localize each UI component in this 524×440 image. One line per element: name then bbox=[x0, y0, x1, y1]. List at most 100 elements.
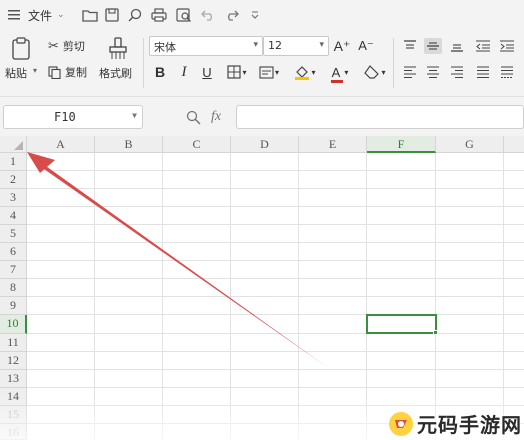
column-header-a[interactable]: A bbox=[27, 136, 95, 153]
align-center-button[interactable] bbox=[424, 64, 442, 80]
name-box-value: F10 bbox=[54, 110, 76, 124]
border-grid-icon bbox=[227, 65, 242, 79]
underline-label: U bbox=[202, 64, 212, 80]
align-top-icon bbox=[404, 40, 416, 49]
row-header-16[interactable]: 16 bbox=[0, 424, 27, 440]
highlight-color-button[interactable]: ▾ bbox=[291, 63, 319, 81]
align-top-button[interactable] bbox=[401, 38, 419, 54]
watermark-text: 元码手游网 bbox=[417, 413, 522, 437]
select-all-button[interactable] bbox=[0, 136, 27, 153]
align-right-icon bbox=[451, 66, 463, 78]
format-painter-label: 格式刷 bbox=[99, 67, 132, 80]
clear-format-button[interactable]: ▾ bbox=[361, 63, 389, 81]
justify-button[interactable] bbox=[474, 64, 492, 80]
print-preview-icon[interactable] bbox=[175, 6, 193, 24]
align-middle-button[interactable] bbox=[424, 38, 442, 54]
zoom-search-icon[interactable] bbox=[186, 110, 201, 125]
save-icon[interactable] bbox=[104, 6, 120, 24]
cell-style-button[interactable]: ▾ bbox=[256, 63, 282, 81]
column-header-c[interactable]: C bbox=[163, 136, 231, 153]
file-menu[interactable]: 文件 ⌄ bbox=[28, 6, 72, 24]
column-header-g[interactable]: G bbox=[436, 136, 504, 153]
column-header-d[interactable]: D bbox=[231, 136, 299, 153]
chevron-down-icon: ▾ bbox=[344, 67, 349, 77]
watermark: 元码手游网 bbox=[388, 409, 522, 438]
italic-label: I bbox=[181, 63, 187, 80]
align-middle-icon bbox=[427, 42, 439, 50]
redo-icon[interactable] bbox=[224, 6, 240, 24]
grid-line bbox=[27, 351, 524, 352]
print-icon[interactable] bbox=[150, 6, 168, 24]
row-header-2[interactable]: 2 bbox=[0, 171, 27, 189]
grid-line bbox=[27, 170, 524, 171]
copy-button[interactable]: 复制 bbox=[48, 64, 94, 80]
row-header-9[interactable]: 9 bbox=[0, 297, 27, 315]
row-header-3[interactable]: 3 bbox=[0, 189, 27, 207]
distributed-align-button[interactable] bbox=[498, 64, 516, 80]
divider bbox=[393, 38, 394, 88]
chevron-down-icon: ▾ bbox=[274, 67, 279, 77]
more-icon[interactable] bbox=[248, 6, 262, 24]
align-left-button[interactable] bbox=[401, 64, 419, 80]
row-header-8[interactable]: 8 bbox=[0, 279, 27, 297]
undo-icon[interactable] bbox=[200, 6, 216, 24]
font-shrink-label: A⁻ bbox=[358, 38, 374, 53]
increase-indent-button[interactable] bbox=[498, 38, 516, 54]
justify-icon bbox=[477, 66, 489, 78]
font-shrink-button[interactable]: A⁻ bbox=[357, 37, 375, 55]
font-name-select[interactable]: 宋体 ▾ bbox=[149, 36, 263, 56]
worksheet-grid[interactable]: A B C D E F G 1 2 3 4 5 6 7 8 9 10 11 12… bbox=[0, 136, 524, 440]
copy-icon bbox=[48, 65, 61, 79]
name-box[interactable]: F10 ▼ bbox=[3, 105, 143, 129]
insert-function-button[interactable]: fx bbox=[211, 109, 221, 125]
cut-button[interactable]: ✂ 剪切 bbox=[48, 38, 94, 54]
row-header-6[interactable]: 6 bbox=[0, 243, 27, 261]
column-header-overflow bbox=[504, 136, 524, 153]
eraser-icon bbox=[364, 65, 380, 79]
row-header-4[interactable]: 4 bbox=[0, 207, 27, 225]
underline-button[interactable]: U bbox=[198, 63, 216, 81]
font-size-select[interactable]: 12 ▾ bbox=[263, 36, 329, 56]
column-header-b[interactable]: B bbox=[95, 136, 163, 153]
formula-input[interactable] bbox=[236, 105, 524, 129]
row-header-7[interactable]: 7 bbox=[0, 261, 27, 279]
bold-button[interactable]: B bbox=[151, 63, 169, 81]
row-header-13[interactable]: 13 bbox=[0, 370, 27, 388]
annotation-arrow bbox=[27, 152, 327, 367]
decrease-indent-button[interactable] bbox=[474, 38, 492, 54]
paste-button[interactable] bbox=[6, 36, 36, 62]
italic-button[interactable]: I bbox=[175, 63, 193, 81]
font-color-letter: A bbox=[331, 64, 341, 80]
fill-handle[interactable] bbox=[433, 330, 438, 335]
active-cell-f10[interactable] bbox=[366, 314, 437, 334]
open-folder-icon[interactable] bbox=[81, 6, 99, 24]
scissors-icon: ✂ bbox=[48, 38, 59, 54]
find-icon[interactable] bbox=[127, 6, 143, 24]
row-header-1[interactable]: 1 bbox=[0, 153, 27, 171]
grid-line bbox=[27, 369, 524, 370]
align-right-button[interactable] bbox=[448, 64, 466, 80]
border-button[interactable]: ▾ bbox=[224, 63, 250, 81]
align-bottom-button[interactable] bbox=[448, 38, 466, 54]
row-header-14[interactable]: 14 bbox=[0, 388, 27, 406]
grid-line bbox=[27, 314, 524, 315]
grid-line bbox=[27, 242, 524, 243]
clipboard-icon bbox=[12, 37, 30, 60]
paste-dropdown-icon[interactable]: ▾ bbox=[33, 66, 37, 75]
grid-line bbox=[27, 206, 524, 207]
row-header-15[interactable]: 15 bbox=[0, 406, 27, 424]
column-header-f[interactable]: F bbox=[367, 136, 436, 153]
row-header-5[interactable]: 5 bbox=[0, 225, 27, 243]
cell-style-icon bbox=[259, 65, 274, 79]
font-grow-label: A⁺ bbox=[333, 37, 351, 54]
row-header-12[interactable]: 12 bbox=[0, 352, 27, 370]
font-grow-button[interactable]: A⁺ bbox=[333, 37, 351, 55]
indent-icon bbox=[500, 40, 514, 52]
row-header-10[interactable]: 10 bbox=[0, 315, 27, 334]
row-header-11[interactable]: 11 bbox=[0, 334, 27, 352]
hamburger-icon[interactable] bbox=[6, 6, 22, 24]
font-color-button[interactable]: A ▾ bbox=[326, 63, 354, 83]
column-header-e[interactable]: E bbox=[299, 136, 367, 153]
distributed-align-icon bbox=[501, 66, 513, 78]
format-painter-button[interactable] bbox=[104, 36, 132, 62]
